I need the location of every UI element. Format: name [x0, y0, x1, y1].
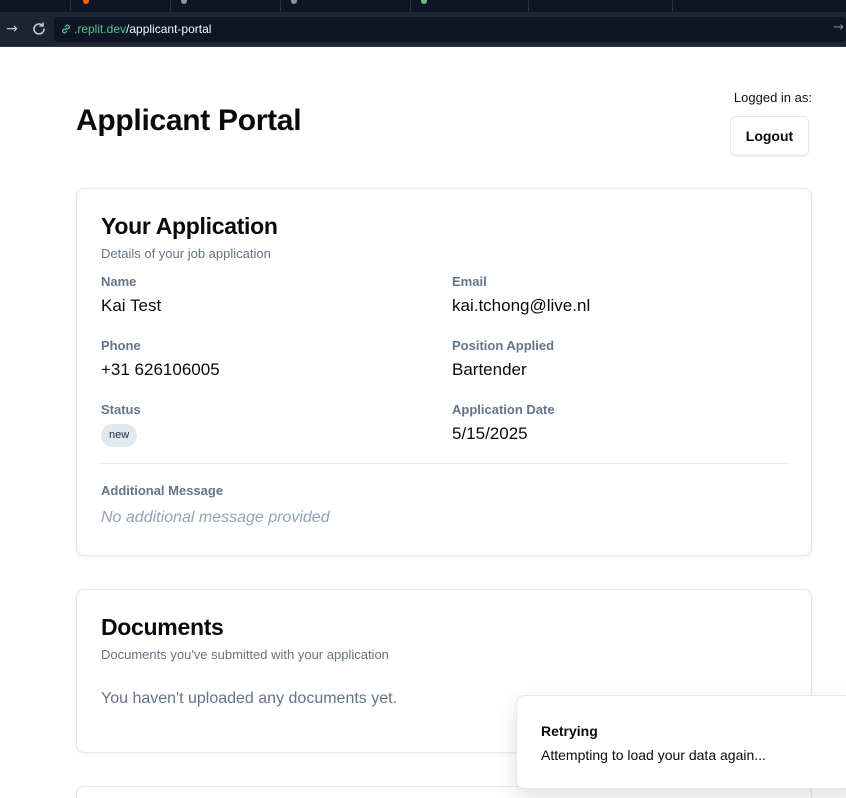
browser-tab[interactable] [410, 0, 528, 11]
url-input[interactable]: .replit.dev/applicant-portal → [54, 17, 846, 42]
toast-title: Retrying [541, 723, 598, 739]
phone-label: Phone [101, 338, 141, 353]
url-path: /applicant-portal [126, 22, 212, 36]
application-date-label: Application Date [452, 402, 555, 417]
additional-message-label: Additional Message [101, 483, 224, 498]
page-title: Applicant Portal [76, 104, 302, 137]
tab-favicon-icon [291, 0, 297, 4]
url-text: .replit.dev/applicant-portal [74, 22, 211, 37]
application-card: Your Application Details of your job app… [76, 188, 812, 556]
browser-tab[interactable] [672, 0, 846, 11]
name-label: Name [101, 274, 137, 289]
go-arrow-icon[interactable]: → [833, 20, 844, 35]
email-value: kai.tchong@live.nl [452, 296, 591, 315]
browser-tab-strip [0, 0, 846, 12]
position-label: Position Applied [452, 338, 555, 353]
browser-tab[interactable] [528, 0, 672, 11]
browser-tab[interactable] [70, 0, 170, 11]
documents-card-subtitle: Documents you've submitted with your app… [101, 647, 389, 662]
reload-icon[interactable] [30, 20, 48, 38]
documents-empty-text: You haven't uploaded any documents yet. [101, 690, 398, 707]
divider [101, 463, 787, 464]
status-label: Status [101, 402, 141, 417]
phone-value: +31 626106005 [101, 360, 220, 379]
additional-message-value: No additional message provided [101, 509, 330, 526]
forward-arrow-icon[interactable]: → [3, 20, 21, 38]
tab-favicon-icon [421, 0, 427, 4]
logged-in-label: Logged in as: [733, 90, 812, 105]
documents-card-title: Documents [101, 614, 224, 640]
status-badge: new [101, 424, 138, 447]
position-value: Bartender [452, 360, 527, 379]
toast-description: Attempting to load your data again... [541, 747, 766, 763]
name-value: Kai Test [101, 296, 162, 315]
application-card-subtitle: Details of your job application [101, 246, 271, 261]
browser-address-bar: → .replit.dev/applicant-portal → [0, 12, 846, 47]
browser-tab[interactable] [170, 0, 280, 11]
browser-tab[interactable] [280, 0, 410, 11]
retry-toast[interactable]: Retrying Attempting to load your data ag… [516, 695, 846, 789]
application-date-value: 5/15/2025 [452, 424, 528, 443]
url-host: .replit.dev [74, 22, 127, 36]
link-icon [60, 22, 72, 34]
tab-favicon-icon [181, 0, 187, 4]
application-card-title: Your Application [101, 213, 278, 239]
tab-favicon-icon [83, 0, 89, 4]
email-label: Email [452, 274, 487, 289]
logout-button[interactable]: Logout [730, 116, 809, 156]
